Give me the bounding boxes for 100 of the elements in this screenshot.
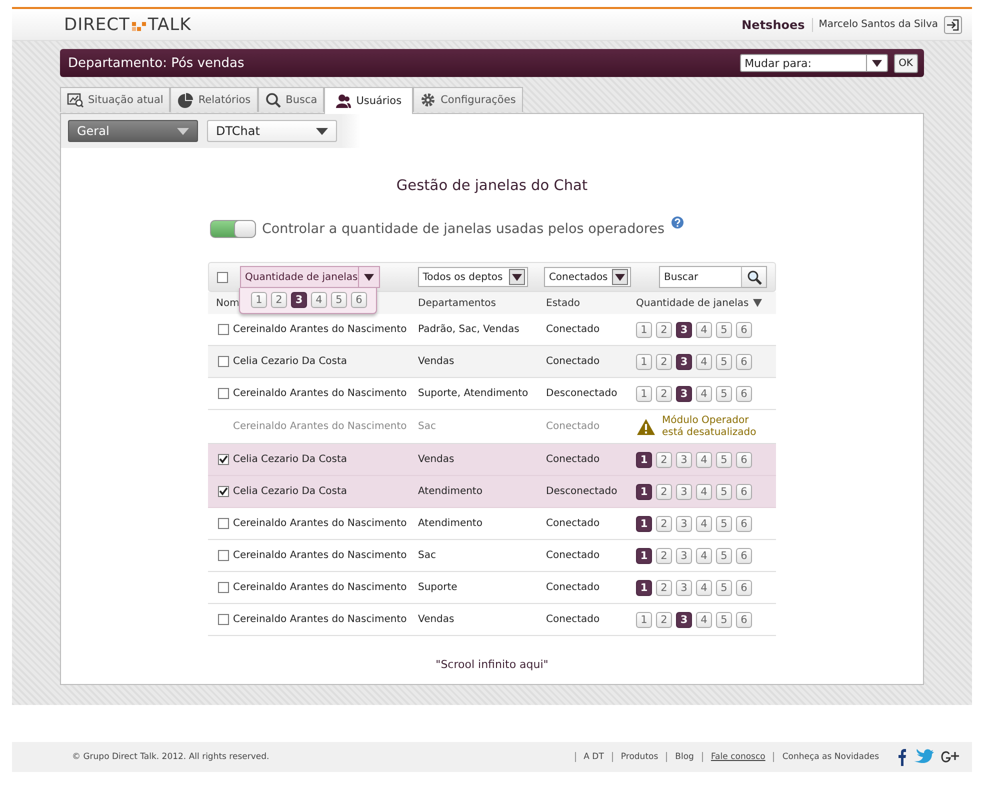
table-row[interactable]: Cereinaldo Arantes do Nascimento Atendimento Conectado 1 2 3 4 5 6 <box>208 508 776 540</box>
toggle-switch[interactable] <box>210 220 256 238</box>
window-count-button[interactable]: 4 <box>696 322 712 338</box>
table-row[interactable]: Celia Cezario Da Costa Vendas Conectado 1 2 3 4 5 6 <box>208 346 776 378</box>
window-count-button[interactable]: 3 <box>676 612 692 628</box>
logout-icon[interactable] <box>944 16 962 34</box>
window-count-button[interactable]: 4 <box>696 580 712 596</box>
checkbox[interactable] <box>218 614 229 625</box>
window-count-button[interactable]: 2 <box>656 516 672 532</box>
window-count-button[interactable]: 4 <box>696 484 712 500</box>
window-count-button[interactable]: 6 <box>736 516 752 532</box>
window-count-button[interactable]: 5 <box>716 322 732 338</box>
window-count-button[interactable]: 2 <box>656 548 672 564</box>
table-row[interactable]: Celia Cezario Da Costa Vendas Conectado 1 2 3 4 5 6 <box>208 444 776 476</box>
switch-department-select[interactable]: Mudar para: <box>740 54 888 72</box>
window-count-button[interactable]: 3 <box>676 452 692 468</box>
window-count-button[interactable]: 4 <box>696 386 712 402</box>
window-count-button[interactable]: 4 <box>696 548 712 564</box>
window-count-button[interactable]: 5 <box>716 612 732 628</box>
google-plus-icon[interactable] <box>940 749 960 765</box>
window-count-button[interactable]: 2 <box>656 484 672 500</box>
checkbox[interactable] <box>218 518 229 529</box>
window-count-button[interactable]: 6 <box>736 386 752 402</box>
checkbox[interactable] <box>218 550 229 561</box>
checkbox[interactable] <box>218 388 229 399</box>
checkbox[interactable] <box>218 486 229 497</box>
table-row[interactable]: Cereinaldo Arantes do Nascimento Suporte, Atendimento Desconectado 1 2 3 4 5 6 <box>208 378 776 410</box>
window-count-button[interactable]: 6 <box>736 484 752 500</box>
window-count-button[interactable]: 1 <box>251 292 267 308</box>
footer-link[interactable]: Blog <box>666 752 702 762</box>
window-count-button[interactable]: 2 <box>656 386 672 402</box>
window-count-button[interactable]: 3 <box>676 386 692 402</box>
window-count-button[interactable]: 2 <box>656 354 672 370</box>
status-filter-select[interactable]: Conectados <box>544 267 631 287</box>
window-count-button[interactable]: 3 <box>676 580 692 596</box>
search-field[interactable]: Buscar <box>659 266 741 288</box>
window-count-button[interactable]: 1 <box>636 386 652 402</box>
tab[interactable]: Usuários <box>324 87 413 114</box>
footer-link[interactable]: Fale conosco <box>702 752 774 762</box>
window-count-button[interactable]: 6 <box>736 548 752 564</box>
footer-link[interactable]: Conheça as Novidades <box>773 752 887 762</box>
search-button[interactable] <box>741 266 767 288</box>
footer-link[interactable]: A DT <box>574 752 612 762</box>
ok-button[interactable]: OK <box>894 54 918 72</box>
table-row[interactable]: Cereinaldo Arantes do Nascimento Sac Conectado 1 2 3 4 5 6 <box>208 540 776 572</box>
window-count-button[interactable]: 1 <box>636 484 652 500</box>
window-count-button[interactable]: 4 <box>696 452 712 468</box>
column-header[interactable]: Estado <box>546 298 636 308</box>
filter-select[interactable]: Geral <box>68 120 198 142</box>
tab[interactable]: Busca <box>258 87 324 112</box>
window-count-button[interactable]: 6 <box>736 354 752 370</box>
checkbox[interactable] <box>218 454 229 465</box>
window-count-button[interactable]: 3 <box>676 354 692 370</box>
window-count-button[interactable]: 3 <box>676 516 692 532</box>
window-count-button[interactable]: 5 <box>716 548 732 564</box>
window-count-button[interactable]: 5 <box>716 452 732 468</box>
window-count-button[interactable]: 3 <box>676 548 692 564</box>
window-count-button[interactable]: 6 <box>736 452 752 468</box>
window-count-button[interactable]: 1 <box>636 516 652 532</box>
window-count-button[interactable]: 6 <box>351 292 367 308</box>
checkbox[interactable] <box>218 356 229 367</box>
window-count-button[interactable]: 5 <box>716 484 732 500</box>
window-count-button[interactable]: 6 <box>736 322 752 338</box>
window-count-button[interactable]: 1 <box>636 452 652 468</box>
window-count-button[interactable]: 3 <box>676 484 692 500</box>
tab[interactable]: Relatórios <box>170 87 258 112</box>
checkbox[interactable] <box>217 272 228 282</box>
window-count-button[interactable]: 5 <box>716 354 732 370</box>
window-count-button[interactable]: 6 <box>736 580 752 596</box>
table-row[interactable]: Cereinaldo Arantes do Nascimento Suporte Conectado 1 2 3 4 5 6 <box>208 572 776 604</box>
window-count-button[interactable]: 4 <box>696 612 712 628</box>
tab[interactable]: Situação atual <box>60 87 170 112</box>
window-count-button[interactable]: 3 <box>676 322 692 338</box>
table-row[interactable]: Cereinaldo Arantes do Nascimento Vendas Conectado 1 2 3 4 5 6 <box>208 604 776 636</box>
footer-link[interactable]: Produtos <box>612 752 666 762</box>
window-count-button[interactable]: 1 <box>636 354 652 370</box>
table-row[interactable]: Celia Cezario Da Costa Atendimento Desconectado 1 2 3 4 5 6 <box>208 476 776 508</box>
department-filter-select[interactable]: Todos os deptos <box>418 267 528 287</box>
window-count-button[interactable]: 6 <box>736 612 752 628</box>
checkbox[interactable] <box>218 582 229 593</box>
quantity-filter-select[interactable]: Quantidade de janelas <box>240 266 380 288</box>
tab[interactable]: Configurações <box>412 87 523 112</box>
window-count-button[interactable]: 2 <box>656 322 672 338</box>
window-count-button[interactable]: 4 <box>696 516 712 532</box>
column-header[interactable]: Quantidade de janelas <box>636 298 749 308</box>
window-count-button[interactable]: 5 <box>716 516 732 532</box>
window-count-button[interactable]: 1 <box>636 612 652 628</box>
window-count-button[interactable]: 5 <box>331 292 347 308</box>
window-count-button[interactable]: 1 <box>636 580 652 596</box>
window-count-button[interactable]: 4 <box>311 292 327 308</box>
window-count-button[interactable]: 1 <box>636 322 652 338</box>
filter-select[interactable]: DTChat <box>207 120 337 142</box>
window-count-button[interactable]: 5 <box>716 580 732 596</box>
window-count-button[interactable]: 2 <box>656 452 672 468</box>
checkbox[interactable] <box>218 324 229 335</box>
window-count-button[interactable]: 1 <box>636 548 652 564</box>
window-count-button[interactable]: 4 <box>696 354 712 370</box>
twitter-icon[interactable] <box>913 748 934 766</box>
window-count-button[interactable]: 2 <box>656 612 672 628</box>
column-header[interactable]: Departamentos <box>418 298 546 308</box>
